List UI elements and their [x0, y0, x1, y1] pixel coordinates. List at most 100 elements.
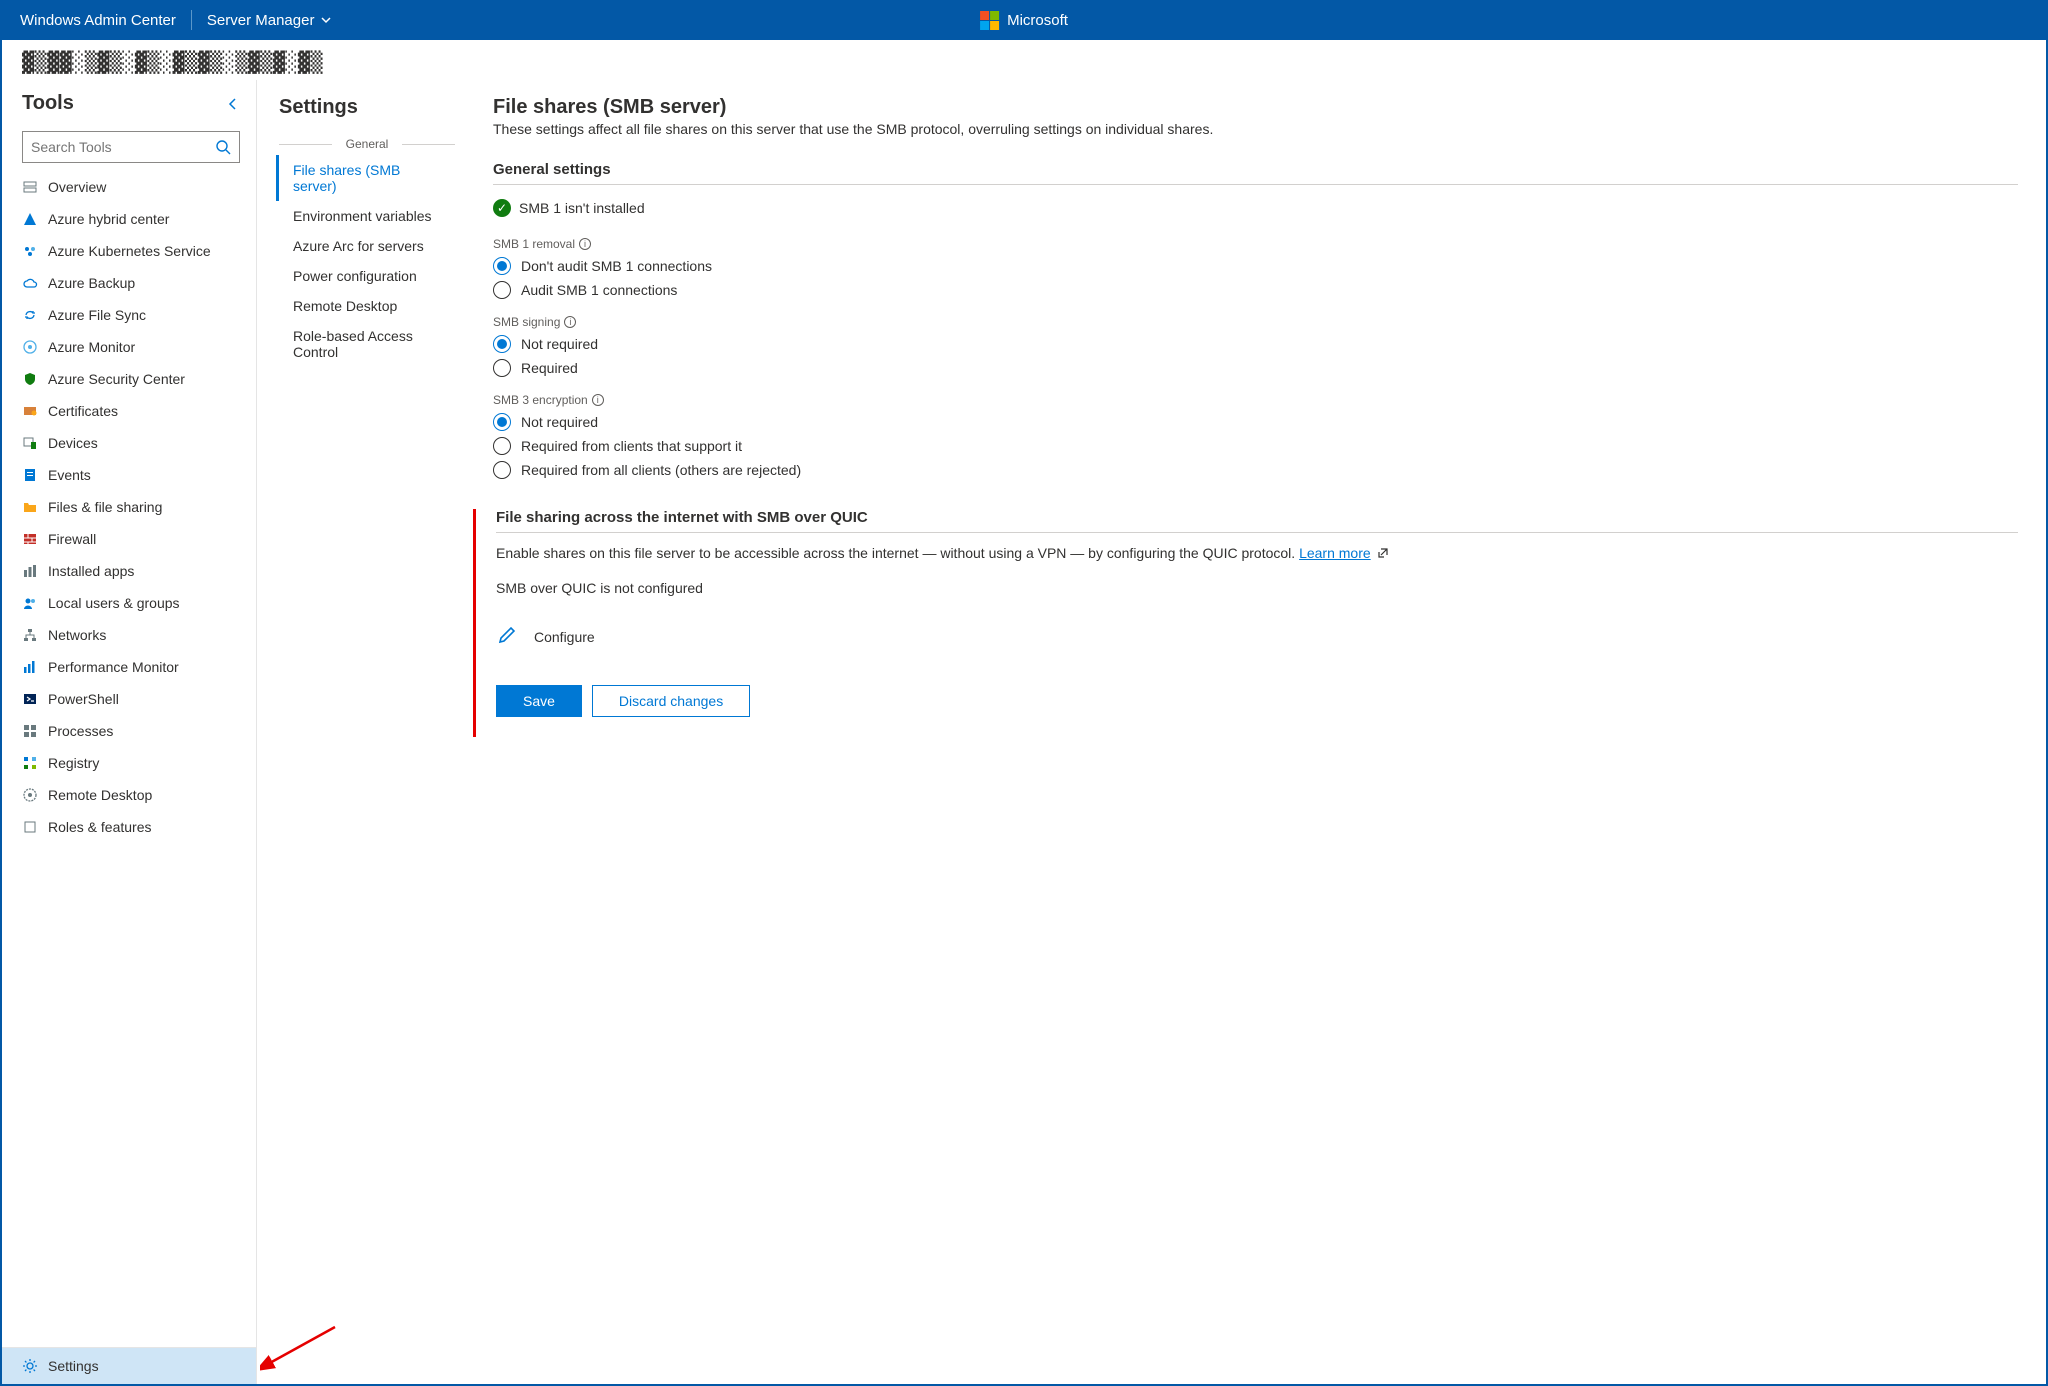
tool-item-powershell[interactable]: PowerShell	[2, 683, 256, 715]
context-label: Server Manager	[207, 12, 315, 29]
tool-item-azure-security-center[interactable]: Azure Security Center	[2, 363, 256, 395]
info-icon[interactable]: i	[592, 394, 604, 406]
apps-icon	[22, 563, 38, 579]
settings-item-azure-arc-for-servers[interactable]: Azure Arc for servers	[279, 231, 455, 261]
tool-label: Azure File Sync	[48, 307, 146, 323]
settings-item-remote-desktop[interactable]: Remote Desktop	[279, 291, 455, 321]
content-panel: File shares (SMB server) These settings …	[465, 80, 2046, 1384]
tool-label: PowerShell	[48, 691, 119, 707]
tool-item-azure-monitor[interactable]: Azure Monitor	[2, 331, 256, 363]
tool-item-processes[interactable]: Processes	[2, 715, 256, 747]
topbar-divider	[191, 10, 192, 30]
tool-label: Azure Kubernetes Service	[48, 243, 211, 259]
configure-button[interactable]: Configure	[496, 624, 2018, 649]
tool-label: Local users & groups	[48, 595, 180, 611]
network-icon	[22, 627, 38, 643]
sync-icon	[22, 307, 38, 323]
tool-item-firewall[interactable]: Firewall	[2, 523, 256, 555]
tool-item-performance-monitor[interactable]: Performance Monitor	[2, 651, 256, 683]
tool-item-files-file-sharing[interactable]: Files & file sharing	[2, 491, 256, 523]
collapse-icon[interactable]	[226, 97, 240, 111]
tool-item-overview[interactable]: Overview	[2, 171, 256, 203]
search-icon	[215, 139, 231, 155]
smb1-removal-label: SMB 1 removali	[493, 237, 2018, 251]
tool-item-azure-file-sync[interactable]: Azure File Sync	[2, 299, 256, 331]
smb3-encryption-label: SMB 3 encryptioni	[493, 393, 2018, 407]
tool-label: Azure Monitor	[48, 339, 135, 355]
tools-list[interactable]: Overview Azure hybrid center Azure Kuberne…	[2, 171, 256, 1347]
page-title: File shares (SMB server)	[493, 96, 2018, 119]
rdp-icon	[22, 787, 38, 803]
tool-item-registry[interactable]: Registry	[2, 747, 256, 779]
events-icon	[22, 467, 38, 483]
context-dropdown[interactable]: Server Manager	[207, 12, 333, 29]
cloud-icon	[22, 275, 38, 291]
tool-item-azure-backup[interactable]: Azure Backup	[2, 267, 256, 299]
tool-item-local-users-groups[interactable]: Local users & groups	[2, 587, 256, 619]
aks-icon	[22, 243, 38, 259]
smb1-status-row: ✓ SMB 1 isn't installed	[493, 199, 2018, 217]
settings-item-role-based-access-control[interactable]: Role-based Access Control	[279, 321, 455, 367]
discard-button[interactable]: Discard changes	[592, 685, 750, 717]
users-icon	[22, 595, 38, 611]
smb1-status-text: SMB 1 isn't installed	[519, 200, 645, 216]
radio-enc-required-support[interactable]: Required from clients that support it	[493, 437, 2018, 455]
tool-item-networks[interactable]: Networks	[2, 619, 256, 651]
radio-smb1-audit[interactable]: Audit SMB 1 connections	[493, 281, 2018, 299]
tool-label: Networks	[48, 627, 106, 643]
tool-label: Devices	[48, 435, 98, 451]
radio-smb1-dont-audit[interactable]: Don't audit SMB 1 connections	[493, 257, 2018, 275]
page-subtitle: These settings affect all file shares on…	[493, 121, 2018, 137]
firewall-icon	[22, 531, 38, 547]
gear-icon	[22, 1358, 38, 1374]
quic-heading: File sharing across the internet with SM…	[496, 509, 2018, 533]
tools-panel: Tools OverviewAzure hybrid centerAzure K…	[2, 80, 257, 1384]
radio-enc-not-required[interactable]: Not required	[493, 413, 2018, 431]
tool-item-azure-hybrid-center[interactable]: Azure hybrid center	[2, 203, 256, 235]
configure-label: Configure	[534, 629, 595, 645]
settings-group-label: General	[279, 137, 455, 151]
device-icon	[22, 435, 38, 451]
tool-item-azure-kubernetes-service[interactable]: Azure Kubernetes Service	[2, 235, 256, 267]
tool-label: Settings	[48, 1358, 99, 1374]
search-input[interactable]	[31, 139, 215, 155]
external-link-icon	[1377, 546, 1389, 562]
check-icon: ✓	[493, 199, 511, 217]
save-button[interactable]: Save	[496, 685, 582, 717]
search-tools-box[interactable]	[22, 131, 240, 163]
chevron-down-icon	[320, 14, 332, 26]
tool-label: Overview	[48, 179, 106, 195]
azure-icon	[22, 211, 38, 227]
smb-over-quic-section: File sharing across the internet with SM…	[473, 509, 2018, 737]
radio-signing-not-required[interactable]: Not required	[493, 335, 2018, 353]
brand-label: Windows Admin Center	[20, 12, 176, 29]
settings-item-environment-variables[interactable]: Environment variables	[279, 201, 455, 231]
tool-label: Events	[48, 467, 91, 483]
info-icon[interactable]: i	[564, 316, 576, 328]
settings-item-power-configuration[interactable]: Power configuration	[279, 261, 455, 291]
general-settings-heading: General settings	[493, 161, 2018, 185]
radio-signing-required[interactable]: Required	[493, 359, 2018, 377]
tool-item-remote-desktop[interactable]: Remote Desktop	[2, 779, 256, 811]
radio-enc-required-all[interactable]: Required from all clients (others are re…	[493, 461, 2018, 479]
tool-label: Azure hybrid center	[48, 211, 169, 227]
server-icon	[22, 179, 38, 195]
tool-item-certificates[interactable]: Certificates	[2, 395, 256, 427]
tool-item-devices[interactable]: Devices	[2, 427, 256, 459]
quic-description: Enable shares on this file server to be …	[496, 545, 2018, 562]
settings-item-file-shares-smb-server-[interactable]: File shares (SMB server)	[276, 155, 455, 201]
tool-item-roles-features[interactable]: Roles & features	[2, 811, 256, 843]
tool-label: Files & file sharing	[48, 499, 162, 515]
tool-item-installed-apps[interactable]: Installed apps	[2, 555, 256, 587]
learn-more-link[interactable]: Learn more	[1299, 545, 1371, 561]
info-icon[interactable]: i	[579, 238, 591, 250]
powershell-icon	[22, 691, 38, 707]
tool-item-settings-pinned[interactable]: Settings	[2, 1347, 256, 1384]
top-bar: Windows Admin Center Server Manager Micr…	[0, 0, 2048, 40]
tool-item-events[interactable]: Events	[2, 459, 256, 491]
pencil-icon	[496, 624, 518, 649]
settings-title: Settings	[279, 96, 455, 119]
tool-label: Performance Monitor	[48, 659, 179, 675]
tool-label: Remote Desktop	[48, 787, 152, 803]
folder-icon	[22, 499, 38, 515]
